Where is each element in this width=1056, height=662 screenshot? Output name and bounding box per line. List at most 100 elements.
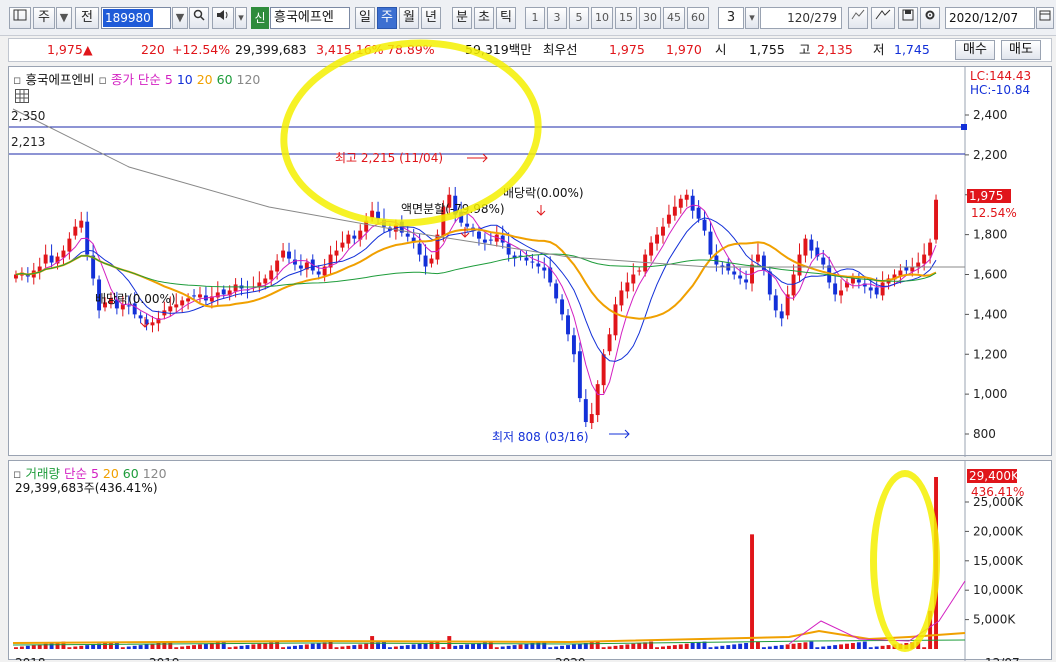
volume-bar [625,644,630,649]
period-week-button[interactable]: 주 [377,7,397,29]
volume-bar [696,642,701,649]
search-icon[interactable] [189,7,209,29]
interval-1-button[interactable]: 1 [525,7,545,29]
interval-15-button[interactable]: 15 [615,7,637,29]
period-second-button[interactable]: 초 [474,7,494,29]
candle-body [269,270,274,280]
volume-bar [352,645,357,649]
candle-body [560,299,565,315]
period-tick-button[interactable]: 틱 [496,7,516,29]
candle-body [708,231,713,255]
candle-body [619,290,624,306]
volume-bar [251,644,256,649]
date-input[interactable]: 2020/12/07 [945,7,1035,29]
speaker-icon[interactable] [212,7,234,29]
interval-45-button[interactable]: 45 [663,7,685,29]
volume-tick-label: 15,000K [973,554,1024,568]
x-axis-label: 12/07 [985,656,1020,661]
period-month-button[interactable]: 월 [399,7,419,29]
speaker-dropdown-icon[interactable]: ▾ [235,7,247,29]
x-axis-label: 2018 [15,656,46,661]
volume-bar [761,647,766,649]
lc-value: LC:144.43 [970,69,1032,83]
volume-bar [292,645,297,649]
volume-bar [494,647,499,649]
candle-body [791,274,796,296]
candle-body [874,287,879,295]
volume-bar [19,646,24,649]
volume-bar [809,641,814,649]
gear-icon[interactable] [920,7,940,29]
volume-bar [281,647,286,649]
menu-icon[interactable] [9,7,31,29]
interval-3-button[interactable]: 3 [547,7,567,29]
candle-body [655,234,660,244]
volume-bar [120,647,125,649]
volume-bar [435,641,440,649]
period-minute-button[interactable]: 분 [452,7,472,29]
x-axis-label: 2019 [149,656,180,661]
volume-bar [637,643,642,649]
candle-body [607,334,612,352]
dividend-annotation-2: 배당락(0.00%) [503,186,584,200]
candle-body [684,194,689,200]
volume-bar [571,644,576,649]
candle-body [168,306,173,312]
open-label: 시 [715,42,727,57]
interval-5-button[interactable]: 5 [569,7,589,29]
candle-body [334,250,339,256]
interval-30-button[interactable]: 30 [639,7,661,29]
volume-bar [233,646,238,649]
volume-bar [180,646,185,649]
candle-body [73,226,78,236]
legend-ma-120: 120 [236,72,261,87]
volume-bar [839,644,844,649]
sell-button[interactable]: 매도 [1001,40,1041,60]
type-dropdown-icon[interactable]: ▼ [56,7,72,29]
candle-body [482,239,487,243]
volume-bar [304,644,309,649]
compare-icon[interactable] [848,7,868,29]
save-icon[interactable] [898,7,918,29]
candle-count-input[interactable]: 120/279 [760,7,842,29]
period-day-button[interactable]: 일 [355,7,375,29]
prefix-button[interactable]: 전 [75,7,99,29]
volume-bar [661,646,665,649]
volume-bar [364,643,369,649]
volume-bar [922,647,927,649]
interval-dropdown-icon[interactable]: ▾ [745,7,759,29]
calendar-icon[interactable] [1036,7,1054,29]
highlight-ellipse-2 [870,470,940,652]
price-legend: ▫ 흥국에프엔비 ▫ 종가 단순 5 10 20 60 120 [13,72,261,87]
volume-bar [619,645,624,649]
volume-bar [678,644,683,649]
candle-body [898,270,903,276]
candle-body [934,199,938,240]
volume-bar [708,647,713,649]
grid-toggle-icon[interactable] [15,89,29,103]
volume-info: 29,399,683주(436.41%) [15,481,158,495]
stock-code-input[interactable]: 189980 [101,7,171,29]
volume-bar [506,645,511,649]
volume-bar [886,645,891,649]
price-tick-label: 2,400 [973,108,1007,122]
volume-bar [500,646,505,649]
code-dropdown-icon[interactable]: ▼ [172,7,188,29]
interval-input[interactable]: 3 [718,7,744,29]
volume-bar [358,644,363,649]
stock-name[interactable]: 흥국에프엔 [270,7,350,29]
volume-bar [370,636,375,649]
buy-button[interactable]: 매수 [955,40,995,60]
interval-60-button[interactable]: 60 [687,7,709,29]
price-tick-label: 800 [973,427,996,441]
interval-10-button[interactable]: 10 [591,7,613,29]
volume-bar [227,647,232,649]
candle-body [566,315,570,335]
type-label[interactable]: 주 [33,7,55,29]
candle-body [138,315,143,319]
volume-bar [287,646,291,649]
period-year-button[interactable]: 년 [421,7,441,29]
draw-icon[interactable] [871,7,895,29]
legend-ma-60: 60 [216,72,233,87]
volume-bar [14,647,18,649]
